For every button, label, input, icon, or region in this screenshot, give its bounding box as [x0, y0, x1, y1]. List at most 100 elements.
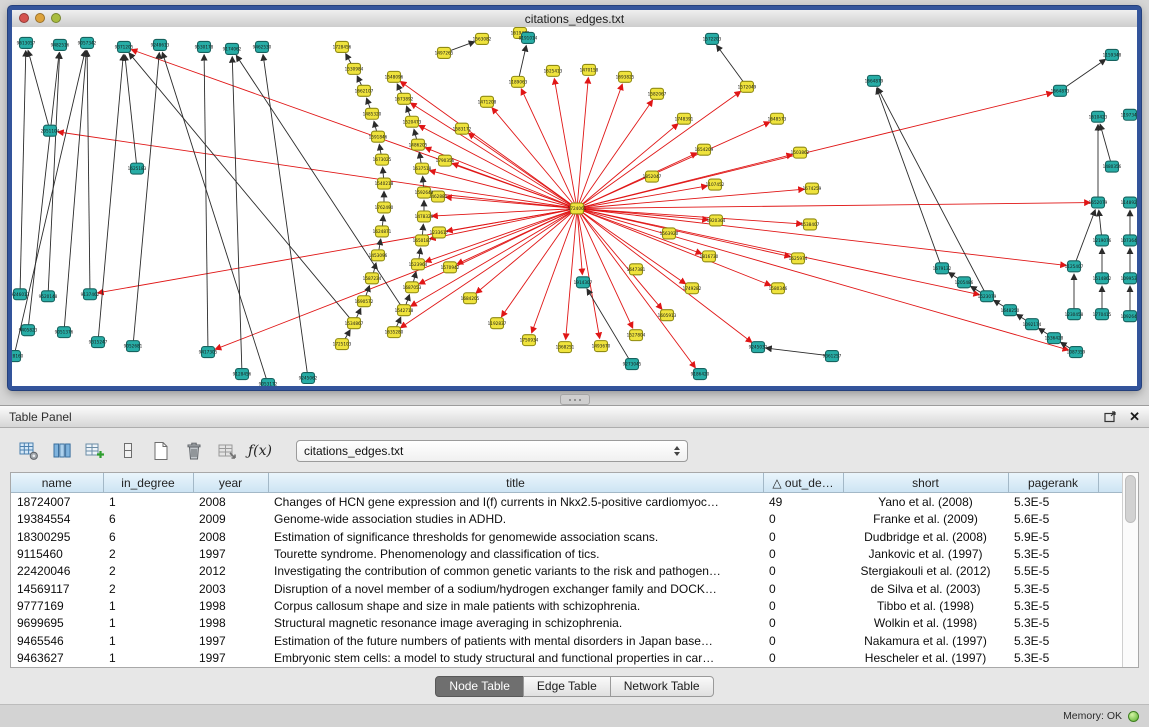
- column-header-out_degree[interactable]: △ out_de…: [763, 473, 843, 493]
- table-row[interactable]: 946362711997Embryonic stem cells: a mode…: [11, 650, 1122, 667]
- cell-title[interactable]: Structural magnetic resonance image aver…: [268, 615, 763, 632]
- cell-filler[interactable]: [1098, 650, 1122, 667]
- cell-out_degree[interactable]: 0: [763, 563, 843, 580]
- cell-pagerank[interactable]: 5.3E-5: [1008, 650, 1098, 667]
- table-row[interactable]: 969969511998Structural magnetic resonanc…: [11, 615, 1122, 632]
- cell-pagerank[interactable]: 5.3E-5: [1008, 493, 1098, 511]
- cell-pagerank[interactable]: 5.3E-5: [1008, 580, 1098, 597]
- network-canvas[interactable]: 1724061162541311890631471208158317217903…: [12, 27, 1137, 386]
- close-panel-icon[interactable]: ✕: [1129, 410, 1140, 423]
- cell-name[interactable]: 22420046: [11, 563, 103, 580]
- cell-title[interactable]: Genome-wide association studies in ADHD.: [268, 510, 763, 527]
- cell-title[interactable]: Embryonic stem cells: a model to study s…: [268, 650, 763, 667]
- table-row[interactable]: 1456911722003Disruption of a novel membe…: [11, 580, 1122, 597]
- cell-name[interactable]: 18300295: [11, 528, 103, 545]
- cell-filler[interactable]: [1098, 597, 1122, 614]
- cell-short[interactable]: Yano et al. (2008): [843, 493, 1008, 511]
- close-window-button[interactable]: [19, 13, 29, 23]
- table-options-button[interactable]: [16, 439, 42, 463]
- cell-year[interactable]: 1997: [193, 650, 268, 667]
- table-row[interactable]: 1938455462009Genome-wide association stu…: [11, 510, 1122, 527]
- minimize-window-button[interactable]: [35, 13, 45, 23]
- cell-in_degree[interactable]: 1: [103, 615, 193, 632]
- cell-in_degree[interactable]: 1: [103, 597, 193, 614]
- cell-year[interactable]: 2012: [193, 563, 268, 580]
- column-header-short[interactable]: short: [843, 473, 1008, 493]
- cell-title[interactable]: Tourette syndrome. Phenomenology and cla…: [268, 545, 763, 562]
- cell-in_degree[interactable]: 2: [103, 545, 193, 562]
- cell-in_degree[interactable]: 6: [103, 528, 193, 545]
- cell-pagerank[interactable]: 5.3E-5: [1008, 597, 1098, 614]
- table-scrollbar[interactable]: [1122, 473, 1138, 667]
- cell-name[interactable]: 9463627: [11, 650, 103, 667]
- cell-title[interactable]: Disruption of a novel member of a sodium…: [268, 580, 763, 597]
- cell-name[interactable]: 9115460: [11, 545, 103, 562]
- cell-title[interactable]: Changes of HCN gene expression and I(f) …: [268, 493, 763, 511]
- cell-filler[interactable]: [1098, 615, 1122, 632]
- cell-pagerank[interactable]: 5.3E-5: [1008, 632, 1098, 649]
- cell-name[interactable]: 19384554: [11, 510, 103, 527]
- column-header-in_degree[interactable]: in_degree: [103, 473, 193, 493]
- cell-filler[interactable]: [1098, 563, 1122, 580]
- cell-title[interactable]: Corpus callosum shape and size in male p…: [268, 597, 763, 614]
- network-table-select[interactable]: citations_edges.txt: [296, 440, 688, 462]
- cell-short[interactable]: de Silva et al. (2003): [843, 580, 1008, 597]
- cell-short[interactable]: Tibbo et al. (1998): [843, 597, 1008, 614]
- cell-name[interactable]: 9699695: [11, 615, 103, 632]
- column-header-name[interactable]: name: [11, 473, 103, 493]
- cell-in_degree[interactable]: 1: [103, 632, 193, 649]
- cell-out_degree[interactable]: 0: [763, 632, 843, 649]
- cell-in_degree[interactable]: 6: [103, 510, 193, 527]
- cell-title[interactable]: Investigating the contribution of common…: [268, 563, 763, 580]
- add-column-button[interactable]: [82, 439, 108, 463]
- cell-out_degree[interactable]: 0: [763, 650, 843, 667]
- row-tools-button[interactable]: [115, 439, 141, 463]
- cell-out_degree[interactable]: 0: [763, 510, 843, 527]
- cell-name[interactable]: 18724007: [11, 493, 103, 511]
- cell-year[interactable]: 1998: [193, 615, 268, 632]
- cell-filler[interactable]: [1098, 510, 1122, 527]
- cell-title[interactable]: Estimation of the future numbers of pati…: [268, 632, 763, 649]
- cell-year[interactable]: 1997: [193, 545, 268, 562]
- cell-out_degree[interactable]: 0: [763, 545, 843, 562]
- cell-in_degree[interactable]: 2: [103, 580, 193, 597]
- cell-short[interactable]: Dudbridge et al. (2008): [843, 528, 1008, 545]
- cell-filler[interactable]: [1098, 580, 1122, 597]
- scrollbar-thumb[interactable]: [1125, 475, 1136, 523]
- cell-pagerank[interactable]: 5.3E-5: [1008, 545, 1098, 562]
- cell-in_degree[interactable]: 1: [103, 493, 193, 511]
- cell-pagerank[interactable]: 5.9E-5: [1008, 528, 1098, 545]
- cell-filler[interactable]: [1098, 493, 1122, 511]
- column-header-pagerank[interactable]: pagerank: [1008, 473, 1098, 493]
- import-table-button[interactable]: [214, 439, 240, 463]
- function-builder-button[interactable]: ƒ(x): [247, 439, 273, 463]
- cell-filler[interactable]: [1098, 545, 1122, 562]
- cell-short[interactable]: Franke et al. (2009): [843, 510, 1008, 527]
- table-row[interactable]: 2242004622012Investigating the contribut…: [11, 563, 1122, 580]
- create-table-button[interactable]: [148, 439, 174, 463]
- cell-out_degree[interactable]: 0: [763, 615, 843, 632]
- column-header-title[interactable]: title: [268, 473, 763, 493]
- cell-pagerank[interactable]: 5.5E-5: [1008, 563, 1098, 580]
- cell-filler[interactable]: [1098, 632, 1122, 649]
- cell-short[interactable]: Wolkin et al. (1998): [843, 615, 1008, 632]
- cell-short[interactable]: Hescheler et al. (1997): [843, 650, 1008, 667]
- cell-filler[interactable]: [1098, 528, 1122, 545]
- cell-year[interactable]: 2008: [193, 493, 268, 511]
- table-row[interactable]: 911546021997Tourette syndrome. Phenomeno…: [11, 545, 1122, 562]
- tab-network-table[interactable]: Network Table: [610, 676, 714, 697]
- cell-pagerank[interactable]: 5.6E-5: [1008, 510, 1098, 527]
- cell-short[interactable]: Nakamura et al. (1997): [843, 632, 1008, 649]
- table-row[interactable]: 977716911998Corpus callosum shape and si…: [11, 597, 1122, 614]
- cell-name[interactable]: 9777169: [11, 597, 103, 614]
- cell-in_degree[interactable]: 1: [103, 650, 193, 667]
- cell-year[interactable]: 2009: [193, 510, 268, 527]
- cell-year[interactable]: 1997: [193, 632, 268, 649]
- cell-out_degree[interactable]: 49: [763, 493, 843, 511]
- cell-year[interactable]: 1998: [193, 597, 268, 614]
- float-panel-icon[interactable]: [1104, 411, 1117, 423]
- cell-name[interactable]: 14569117: [11, 580, 103, 597]
- cell-out_degree[interactable]: 0: [763, 597, 843, 614]
- table-row[interactable]: 1830029562008Estimation of significance …: [11, 528, 1122, 545]
- cell-in_degree[interactable]: 2: [103, 563, 193, 580]
